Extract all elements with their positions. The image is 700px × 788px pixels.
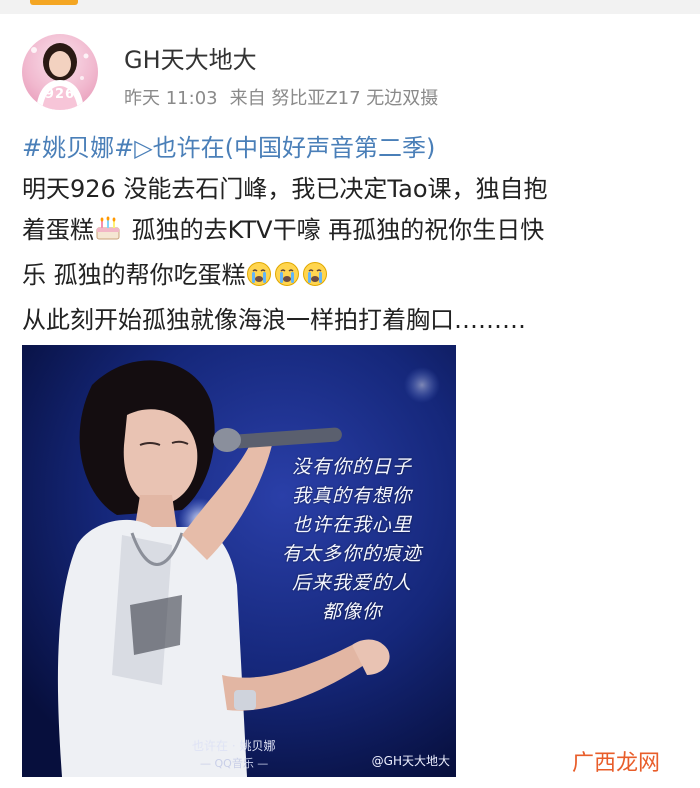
- crying-face-emoji-icon: [274, 259, 300, 300]
- post-text-fragment: 着蛋糕: [22, 216, 94, 244]
- birthday-cake-emoji-icon: [94, 214, 122, 255]
- lyric-line: 没有你的日子: [291, 456, 412, 478]
- top-divider: [0, 0, 700, 14]
- author-name[interactable]: GH天大地大: [124, 40, 257, 75]
- lyrics-overlay: 没有你的日子 我真的有想你 也许在我心里 有太多你的痕迹 后来我爱的人 都像你: [252, 453, 452, 627]
- post-text-fragment: 孤独的去KTV干嚎 再孤独的祝你生日快: [124, 216, 545, 244]
- post-header: 926 GH天大地大 昨天 11:03 来自 努比亚Z17 无边双摄: [22, 30, 682, 114]
- image-watermark: @GH天大地大: [371, 754, 450, 768]
- app-caption: — QQ音乐 —: [200, 757, 269, 770]
- post-source: 来自 努比亚Z17 无边双摄: [229, 88, 439, 109]
- top-accent-bar: [30, 0, 78, 5]
- topic-link[interactable]: #姚贝娜#▷也许在(中国好声音第二季): [22, 128, 682, 169]
- post-meta: 昨天 11:03 来自 努比亚Z17 无边双摄: [124, 84, 450, 110]
- post-text-line-4: 从此刻开始孤独就像海浪一样拍打着胸口………: [22, 306, 526, 334]
- avatar-badge: 926: [44, 87, 76, 102]
- crying-face-emoji-icon: [246, 259, 272, 300]
- crying-face-emoji-icon: [302, 259, 328, 300]
- lyric-line: 有太多你的痕迹: [281, 543, 422, 565]
- lyric-line: 后来我爱的人: [291, 572, 412, 594]
- author-avatar[interactable]: 926: [22, 34, 98, 110]
- post-image[interactable]: 没有你的日子 我真的有想你 也许在我心里 有太多你的痕迹 后来我爱的人 都像你 …: [22, 345, 456, 777]
- post-text-line-1: 明天926 没能去石门峰，我已决定Tao课，独自抱: [22, 175, 548, 203]
- post-time: 昨天 11:03: [124, 88, 218, 109]
- post-text-fragment: 乐 孤独的帮你吃蛋糕: [22, 261, 246, 289]
- lyric-line: 我真的有想你: [291, 485, 412, 507]
- song-caption: 也许在 · 姚贝娜: [192, 739, 276, 753]
- site-watermark: 广西龙网: [572, 751, 661, 776]
- post-text-line-2: 着蛋糕 孤独的去KTV干嚎 再孤独的祝你生日快: [22, 210, 682, 255]
- post-text-line-3: 乐 孤独的帮你吃蛋糕: [22, 255, 682, 300]
- lyric-line: 也许在我心里: [291, 514, 412, 536]
- lyric-line: 都像你: [321, 601, 382, 623]
- post-body: #姚贝娜#▷也许在(中国好声音第二季) 明天926 没能去石门峰，我已决定Tao…: [22, 128, 682, 341]
